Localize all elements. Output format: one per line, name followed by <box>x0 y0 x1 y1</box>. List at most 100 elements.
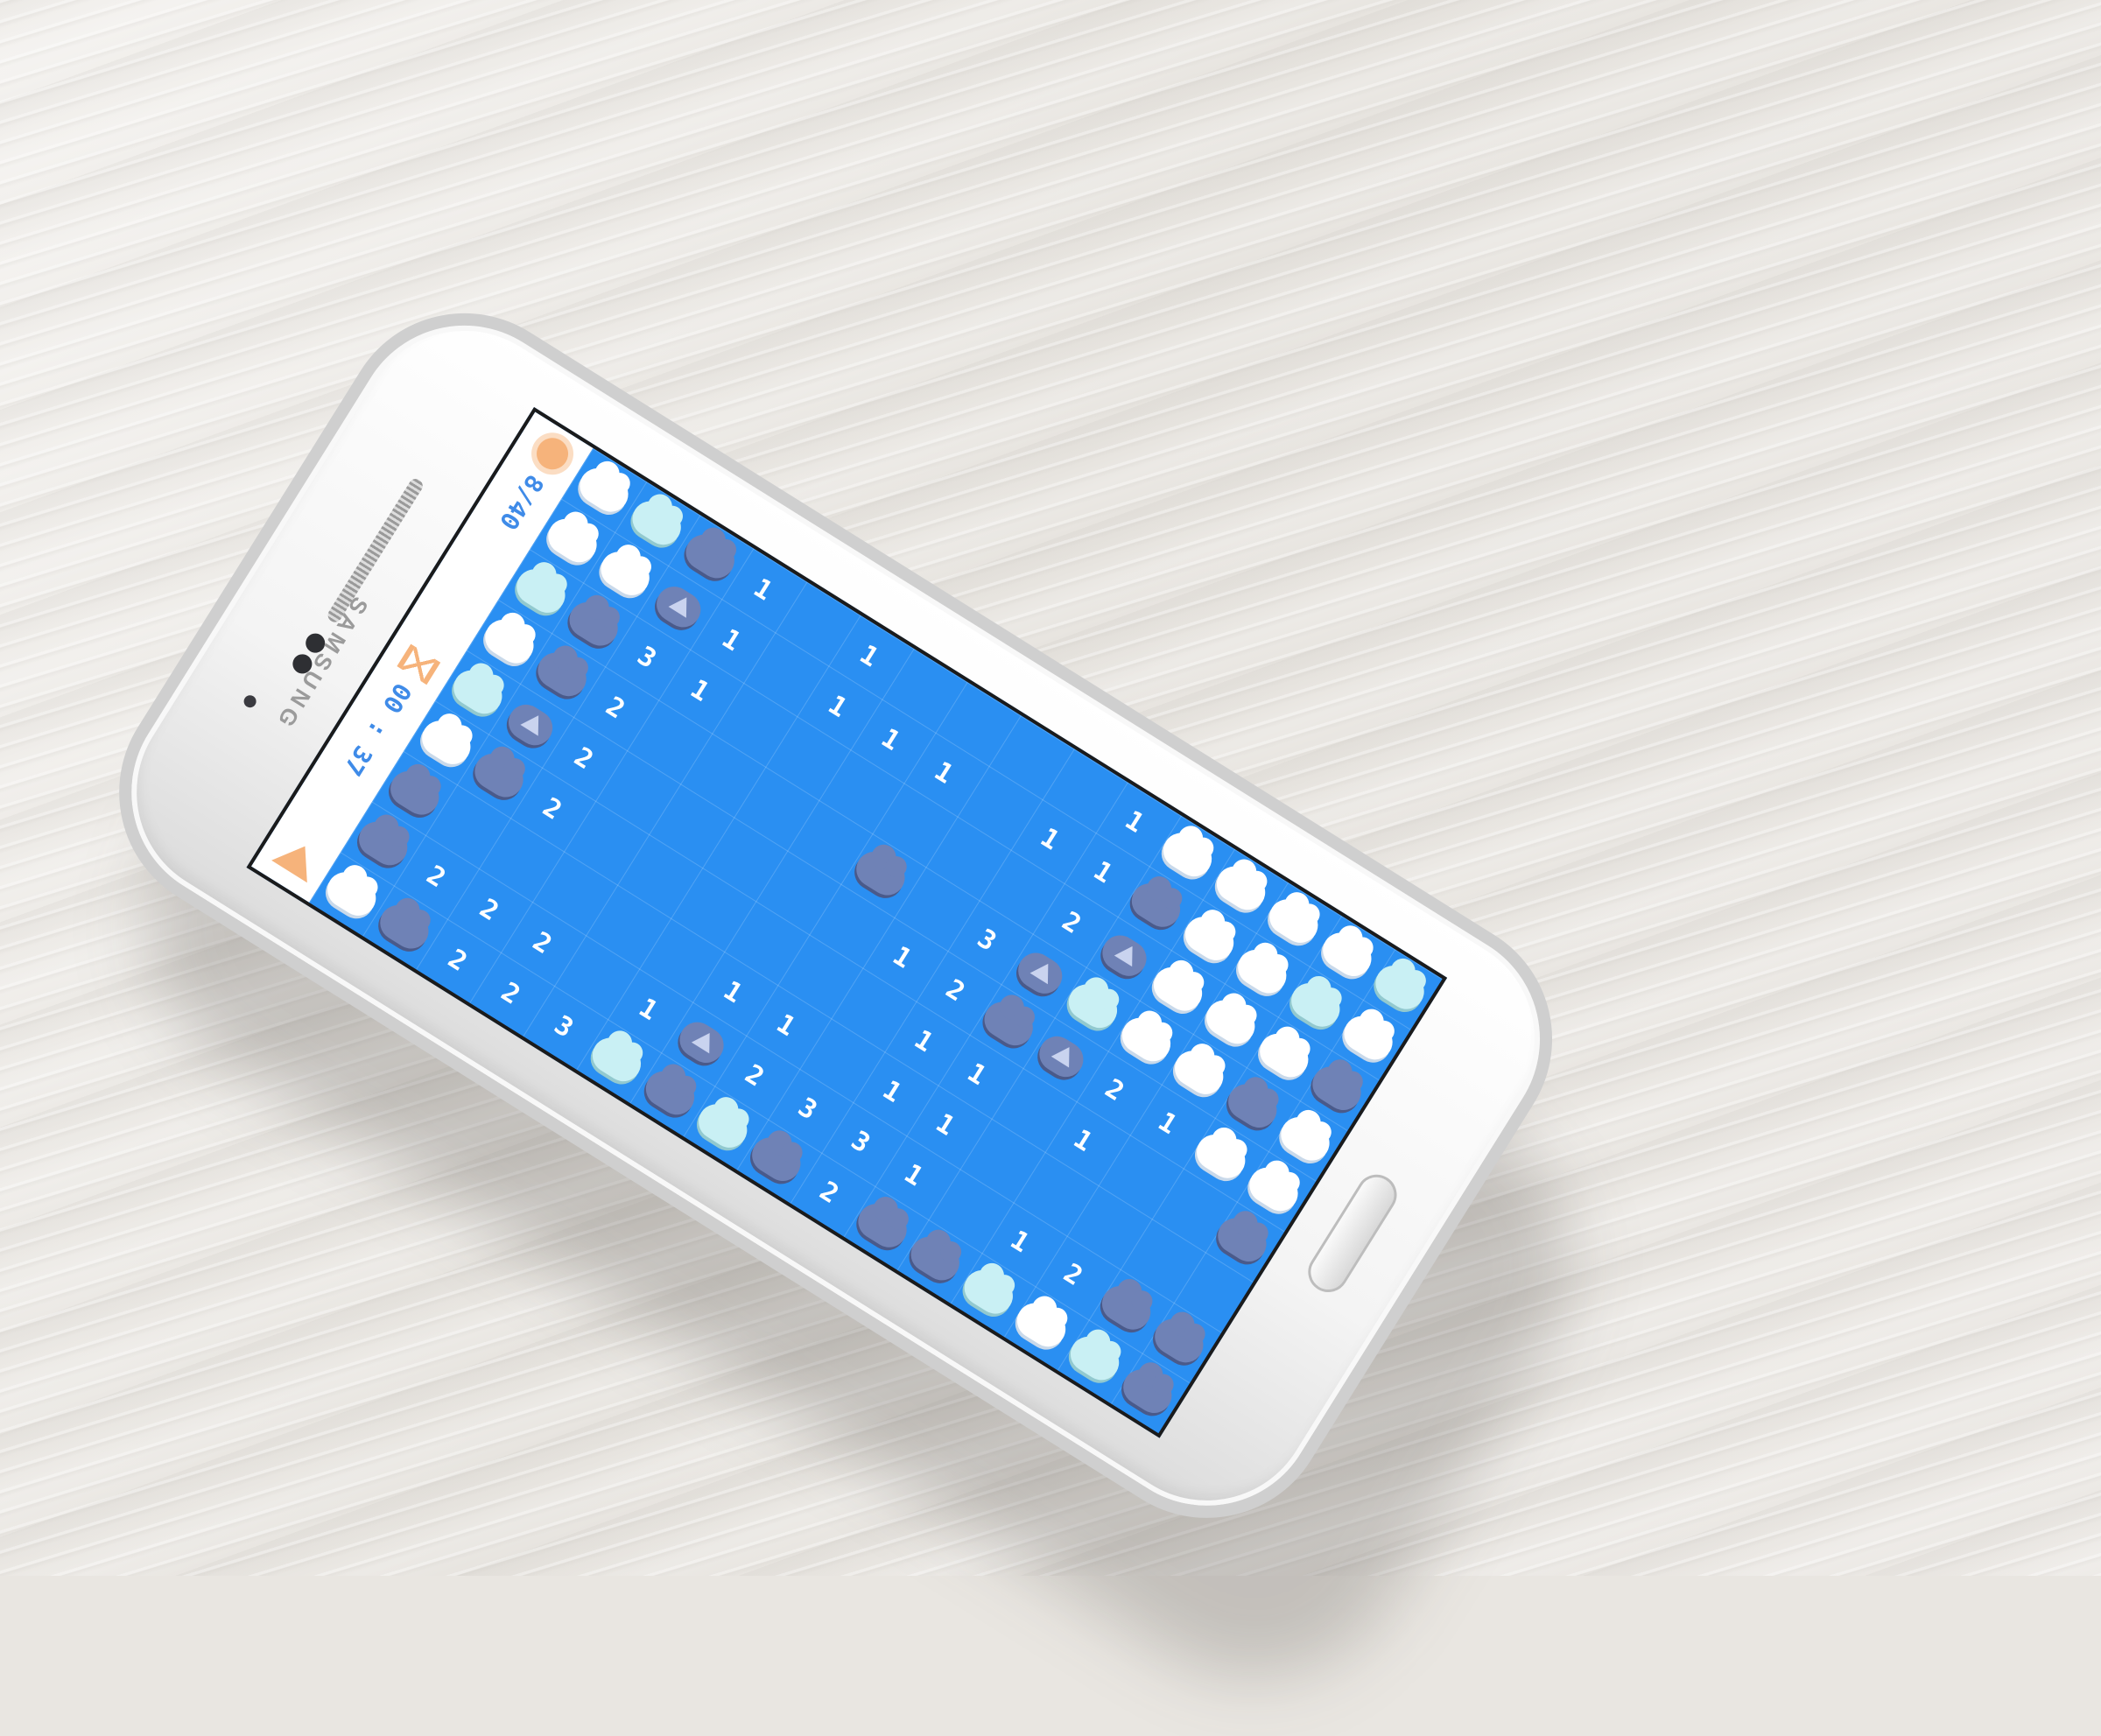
flag-icon <box>1032 1030 1091 1084</box>
storm-cloud-icon <box>678 528 741 585</box>
cloud-icon <box>573 461 635 519</box>
storm-cloud-icon <box>851 1197 914 1255</box>
cloud-icon <box>446 664 509 720</box>
storm-cloud-icon <box>1221 1077 1283 1135</box>
storm-cloud-icon <box>352 815 414 872</box>
flag-icon <box>650 580 707 634</box>
cell-number: 1 <box>771 1008 801 1043</box>
cell-number: 3 <box>632 640 662 675</box>
cloud-icon <box>586 1031 648 1088</box>
cloud-icon <box>478 613 540 671</box>
storm-cloud-icon <box>1095 1279 1157 1337</box>
cloud-icon <box>415 713 477 771</box>
cell-number: 1 <box>1120 804 1150 840</box>
storm-cloud-icon <box>1125 876 1187 934</box>
storm-cloud-icon <box>1116 1363 1179 1420</box>
storm-cloud-icon <box>849 845 912 903</box>
cell-number: 2 <box>568 741 599 776</box>
hourglass-icon <box>397 643 441 685</box>
cell-number: 2 <box>537 791 567 826</box>
storm-cloud-icon <box>531 646 594 703</box>
storm-cloud-icon <box>373 898 436 956</box>
cloud-icon <box>1253 1027 1315 1084</box>
cloud-icon <box>1262 892 1325 950</box>
cloud-icon <box>1242 1161 1305 1219</box>
cloud-icon <box>1210 860 1272 917</box>
cloud-icon <box>541 512 603 569</box>
cell-number: 2 <box>1057 905 1086 940</box>
flag-icon <box>502 698 559 752</box>
cell-number: 2 <box>421 859 452 894</box>
cell-number: 2 <box>740 1058 769 1093</box>
cell-number: 1 <box>1005 1224 1036 1259</box>
cell-number: 1 <box>685 673 715 708</box>
cell-number: 2 <box>600 690 630 726</box>
cloud-icon <box>957 1263 1020 1321</box>
flag-icon <box>1096 929 1154 983</box>
cell-number: 2 <box>1058 1257 1088 1292</box>
storm-cloud-icon <box>1306 1060 1368 1117</box>
cloud-icon <box>509 562 572 620</box>
storm-cloud-icon <box>977 995 1040 1052</box>
cell-number: 1 <box>854 638 884 673</box>
cell-number: 2 <box>442 943 473 978</box>
cell-number: 1 <box>909 1023 939 1058</box>
cell-number: 1 <box>962 1057 992 1092</box>
cell-number: 1 <box>887 939 917 975</box>
cell-number: 3 <box>792 1091 823 1127</box>
flag-icon <box>1011 945 1069 1001</box>
storm-cloud-icon <box>745 1130 807 1188</box>
cell-number: 3 <box>549 1009 579 1044</box>
cloud-icon <box>1168 1044 1231 1101</box>
storm-cloud-icon <box>1148 1312 1211 1370</box>
cell-number: 2 <box>527 925 558 960</box>
sun-icon <box>531 432 574 476</box>
cell-number: 1 <box>929 755 959 791</box>
cell-number: 2 <box>474 892 504 927</box>
cloud-icon <box>1115 1011 1177 1068</box>
cell-number: 2 <box>1100 1072 1130 1107</box>
cell-number: 2 <box>495 976 526 1011</box>
cell-number: 1 <box>716 622 747 657</box>
cloud-icon <box>1064 1330 1126 1387</box>
cloud-icon <box>1338 1009 1400 1067</box>
cell-number: 1 <box>877 1074 908 1109</box>
cloud-icon <box>1274 1110 1337 1168</box>
cloud-icon <box>1284 976 1346 1034</box>
cell-number: 3 <box>972 923 1002 958</box>
storm-cloud-icon <box>904 1230 966 1288</box>
cloud-icon <box>1199 994 1262 1051</box>
cloud-icon <box>692 1097 755 1155</box>
cloud-icon <box>1190 1128 1252 1185</box>
cloud-icon <box>1156 826 1219 883</box>
cell-number: 2 <box>814 1175 845 1210</box>
cell-number: 1 <box>930 1107 960 1142</box>
cell-number: 1 <box>1152 1106 1183 1141</box>
storm-cloud-icon <box>639 1065 701 1121</box>
cloud-icon <box>320 865 383 923</box>
cloud-icon <box>594 545 657 602</box>
cell-number: 3 <box>846 1124 876 1159</box>
cell-number: 1 <box>633 992 664 1027</box>
flag-icon <box>672 1015 730 1070</box>
cloud-icon <box>1010 1297 1072 1353</box>
storm-cloud-icon <box>383 764 446 822</box>
cell-number: 1 <box>1068 1123 1099 1158</box>
cell-number: 1 <box>748 572 778 607</box>
cell-number: 1 <box>875 722 906 757</box>
cloud-icon <box>626 495 688 552</box>
cell-number: 2 <box>940 973 971 1008</box>
mines-count-text: 8/40 <box>494 469 551 536</box>
cell-number: 1 <box>718 974 748 1009</box>
cell-number: 1 <box>822 689 853 724</box>
cloud-icon <box>1369 959 1431 1016</box>
back-arrow-icon[interactable] <box>271 834 323 883</box>
cell-number: 1 <box>898 1157 929 1192</box>
storm-cloud-icon <box>468 747 531 805</box>
cloud-icon <box>1062 978 1124 1035</box>
storm-cloud-icon <box>563 595 625 653</box>
cell-number: 1 <box>1035 821 1065 856</box>
cell-number: 1 <box>1088 854 1119 889</box>
cloud-icon <box>1178 910 1240 967</box>
cloud-icon <box>1231 943 1294 1001</box>
